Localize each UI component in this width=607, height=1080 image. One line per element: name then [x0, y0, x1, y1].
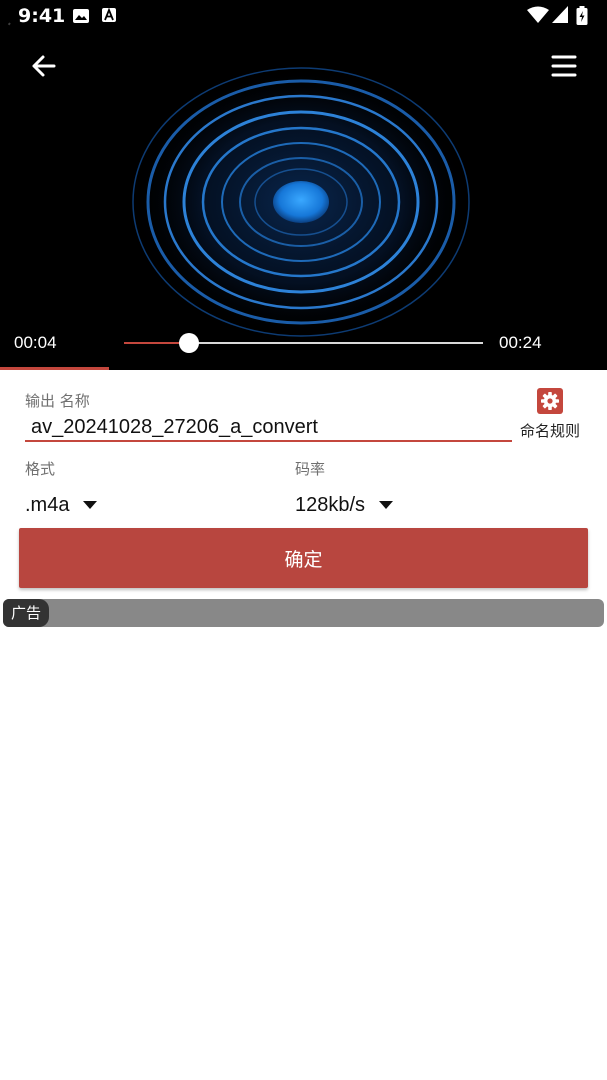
audio-player: 9:41 00:04 00:24 ·: [0, 0, 607, 370]
battery-charging-icon: [576, 6, 588, 25]
format-value: .m4a: [25, 493, 70, 516]
audio-visualizer: [131, 66, 471, 338]
image-icon: [73, 9, 89, 23]
confirm-button[interactable]: 确定: [19, 528, 588, 588]
output-name-label: 输出 名称: [25, 392, 90, 410]
total-time: 00:24: [499, 333, 542, 352]
elapsed-time: 00:04: [14, 333, 57, 352]
format-label: 格式: [25, 460, 56, 478]
naming-rule-label: 命名规则: [519, 422, 580, 440]
format-select[interactable]: .m4a: [25, 490, 98, 520]
bitrate-select[interactable]: 128kb/s: [295, 490, 394, 520]
wifi-icon: [527, 6, 549, 23]
status-time: 9:41: [18, 5, 66, 27]
seek-bar[interactable]: [124, 332, 483, 354]
chevron-down-icon: [379, 501, 394, 509]
gear-icon: [537, 388, 563, 414]
chevron-down-icon: [83, 501, 98, 509]
playback-progress-strip: [0, 367, 110, 370]
bitrate-value: 128kb/s: [295, 493, 366, 516]
accessibility-a-icon: [102, 7, 116, 22]
naming-rule-button[interactable]: 命名规则: [512, 386, 588, 446]
status-bar: 9:41: [0, 0, 607, 34]
bitrate-label: 码率: [295, 460, 326, 478]
seek-thumb[interactable]: [178, 333, 199, 353]
ad-tag: 广告: [3, 599, 50, 627]
signal-icon: [552, 6, 568, 23]
ad-banner[interactable]: 广告: [3, 599, 604, 627]
output-name-input[interactable]: [25, 414, 512, 442]
